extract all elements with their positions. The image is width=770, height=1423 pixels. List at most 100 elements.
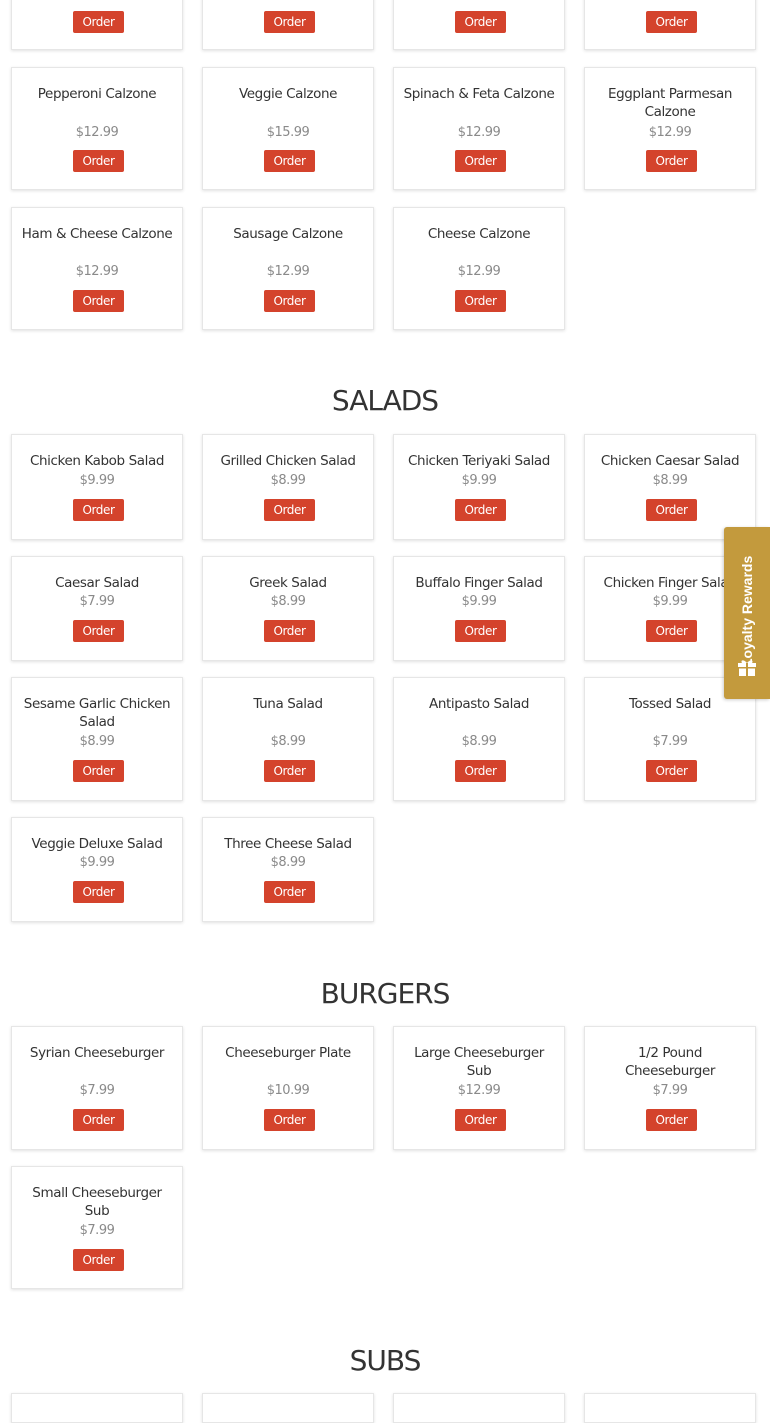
menu-item-card: Small Cheeseburger Sub $7.99 Order xyxy=(11,1166,183,1289)
order-button[interactable]: Order xyxy=(73,290,124,312)
order-button[interactable]: Order xyxy=(264,290,315,312)
menu-item-card xyxy=(393,1393,565,1423)
item-name: Large Cheeseburger Sub xyxy=(414,1045,544,1079)
menu-item-card: Order xyxy=(11,0,183,50)
menu-item-card xyxy=(11,1393,183,1423)
order-button[interactable]: Order xyxy=(264,620,315,642)
item-price: $12.99 xyxy=(266,264,310,279)
order-button[interactable]: Order xyxy=(73,499,124,521)
item-name: 1/2 Pound Cheeseburger xyxy=(625,1045,715,1079)
item-name: Cheeseburger Plate xyxy=(225,1045,351,1061)
menu-item-card xyxy=(202,1393,374,1423)
item-price: $8.99 xyxy=(270,855,306,870)
order-button[interactable]: Order xyxy=(646,1109,697,1131)
order-button[interactable]: Order xyxy=(264,1109,315,1131)
menu-item-card: Order xyxy=(584,0,756,50)
menu-item-card: Three Cheese Salad $8.99 Order xyxy=(202,817,374,922)
menu-item-card: Veggie Deluxe Salad $9.99 Order xyxy=(11,817,183,922)
order-button[interactable]: Order xyxy=(455,620,506,642)
item-name: Cheese Calzone xyxy=(427,226,531,242)
item-name: Eggplant Parmesan Calzone xyxy=(607,86,733,120)
item-price: $9.99 xyxy=(461,473,497,488)
order-button[interactable]: Order xyxy=(646,760,697,782)
item-name: Ham & Cheese Calzone xyxy=(21,226,173,242)
order-button[interactable]: Order xyxy=(646,499,697,521)
order-button[interactable]: Order xyxy=(455,150,506,172)
menu-item-card: Spinach & Feta Calzone $12.99 Order xyxy=(393,67,565,190)
item-price: $7.99 xyxy=(652,1083,688,1098)
menu-item-card: Veggie Calzone $15.99 Order xyxy=(202,67,374,190)
item-name: Syrian Cheeseburger xyxy=(29,1045,165,1061)
menu-item-card: Sesame Garlic Chicken Salad $8.99 Order xyxy=(11,677,183,801)
loyalty-rewards-label: Loyalty Rewards xyxy=(739,555,755,668)
order-button[interactable]: Order xyxy=(73,1109,124,1131)
order-button[interactable]: Order xyxy=(264,11,315,33)
item-price: $7.99 xyxy=(79,594,115,609)
item-price: $10.99 xyxy=(266,1083,310,1098)
menu-item-card: Ham & Cheese Calzone $12.99 Order xyxy=(11,207,183,330)
item-price: $8.99 xyxy=(270,734,306,749)
item-price: $7.99 xyxy=(652,734,688,749)
item-price: $9.99 xyxy=(79,855,115,870)
menu-item-card: Chicken Teriyaki Salad $9.99 Order xyxy=(393,434,565,540)
item-price: $12.99 xyxy=(457,125,501,140)
order-button[interactable]: Order xyxy=(73,11,124,33)
gift-icon xyxy=(738,660,756,676)
order-button[interactable]: Order xyxy=(455,1109,506,1131)
order-button[interactable]: Order xyxy=(455,290,506,312)
item-name: Caesar Salad xyxy=(55,575,139,591)
menu-item-card: Sausage Calzone $12.99 Order xyxy=(202,207,374,330)
item-price: $7.99 xyxy=(79,1083,115,1098)
item-name: Antipasto Salad xyxy=(429,696,529,712)
item-name: Pepperoni Calzone xyxy=(37,86,157,102)
item-price: $8.99 xyxy=(79,734,115,749)
item-name: Small Cheeseburger Sub xyxy=(32,1185,162,1219)
order-button[interactable]: Order xyxy=(73,150,124,172)
item-name: Greek Salad xyxy=(249,575,327,591)
item-price: $12.99 xyxy=(648,125,692,140)
section-heading-subs: SUBS xyxy=(349,1344,422,1377)
item-price: $15.99 xyxy=(266,125,310,140)
item-price: $12.99 xyxy=(75,264,119,279)
order-button[interactable]: Order xyxy=(455,760,506,782)
menu-item-card: Cheese Calzone $12.99 Order xyxy=(393,207,565,330)
item-price: $7.99 xyxy=(79,1223,115,1238)
order-button[interactable]: Order xyxy=(264,760,315,782)
item-name: Three Cheese Salad xyxy=(224,836,352,852)
menu-item-card: Eggplant Parmesan Calzone $12.99 Order xyxy=(584,67,756,190)
order-button[interactable]: Order xyxy=(73,881,124,903)
item-name: Chicken Caesar Salad xyxy=(600,453,740,469)
item-name: Spinach & Feta Calzone xyxy=(403,86,555,102)
menu-item-card: Grilled Chicken Salad $8.99 Order xyxy=(202,434,374,540)
item-name: Buffalo Finger Salad xyxy=(415,575,543,591)
item-name: Tuna Salad xyxy=(253,696,323,712)
menu-item-card: Greek Salad $8.99 Order xyxy=(202,556,374,661)
order-button[interactable]: Order xyxy=(455,11,506,33)
order-button[interactable]: Order xyxy=(73,620,124,642)
order-button[interactable]: Order xyxy=(646,150,697,172)
item-name: Sesame Garlic Chicken Salad xyxy=(23,696,171,730)
item-price: $12.99 xyxy=(457,1083,501,1098)
menu-item-card xyxy=(584,1393,756,1423)
item-name: Grilled Chicken Salad xyxy=(220,453,356,469)
item-price: $8.99 xyxy=(270,594,306,609)
order-button[interactable]: Order xyxy=(73,760,124,782)
order-button[interactable]: Order xyxy=(73,1249,124,1271)
item-name: Chicken Teriyaki Salad xyxy=(408,453,550,469)
order-button[interactable]: Order xyxy=(646,11,697,33)
order-button[interactable]: Order xyxy=(646,620,697,642)
item-price: $8.99 xyxy=(461,734,497,749)
section-heading-salads: SALADS xyxy=(331,384,439,417)
order-button[interactable]: Order xyxy=(264,881,315,903)
loyalty-rewards-tab[interactable]: Loyalty Rewards xyxy=(724,527,770,699)
order-button[interactable]: Order xyxy=(264,150,315,172)
menu-item-card: Chicken Caesar Salad $8.99 Order xyxy=(584,434,756,540)
item-name: Veggie Deluxe Salad xyxy=(31,836,163,852)
menu-item-card: Tuna Salad $8.99 Order xyxy=(202,677,374,801)
order-button[interactable]: Order xyxy=(264,499,315,521)
item-price: $12.99 xyxy=(457,264,501,279)
menu-item-card: Caesar Salad $7.99 Order xyxy=(11,556,183,661)
item-name: Veggie Calzone xyxy=(238,86,338,102)
order-button[interactable]: Order xyxy=(455,499,506,521)
menu-item-card: Cheeseburger Plate $10.99 Order xyxy=(202,1026,374,1150)
